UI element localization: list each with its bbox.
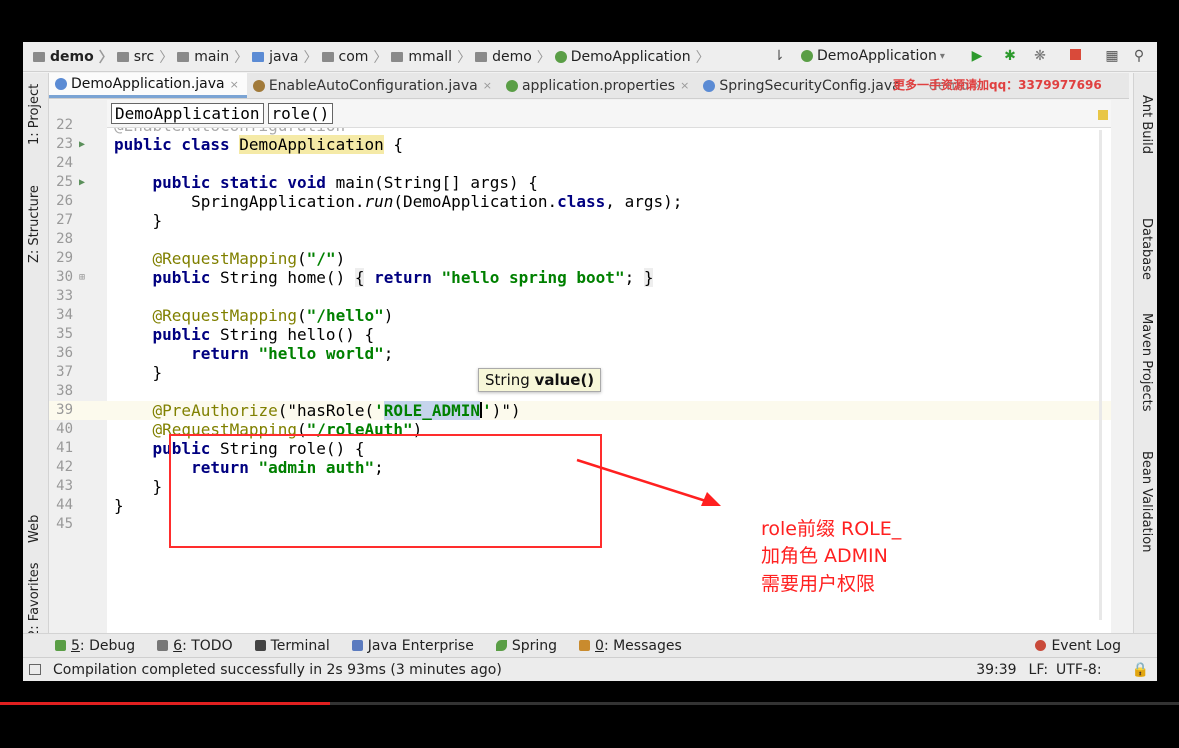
bug-icon	[55, 640, 66, 651]
tool-java-enterprise[interactable]: Java Enterprise	[351, 638, 474, 654]
tool-spring[interactable]: Spring	[495, 638, 557, 654]
tool-maven-projects[interactable]: Maven Projects	[1139, 313, 1154, 412]
tool-debug[interactable]: 5: Debug	[55, 638, 135, 654]
java-enterprise-icon	[351, 640, 363, 651]
spring-leaf-icon	[495, 640, 507, 651]
package-icon	[475, 51, 488, 62]
class-icon	[703, 79, 716, 92]
video-progress-fill	[0, 702, 331, 705]
watermark: 更多一手资源请加qq：3379977696	[893, 78, 1102, 92]
spring-class-icon	[554, 50, 567, 63]
package-icon	[391, 51, 404, 62]
project-structure-icon[interactable]: ▦	[1104, 48, 1120, 64]
tool-event-log[interactable]: Event Log	[1035, 638, 1121, 654]
nav-crumb-demo[interactable]: demo 〉	[33, 47, 113, 67]
run-config-select[interactable]: DemoApplication ▾	[801, 48, 945, 64]
right-tool-strip: Ant Build Database Maven Projects Bean V…	[1133, 73, 1157, 633]
stop-icon[interactable]	[1067, 48, 1083, 64]
nav-crumb-class[interactable]: DemoApplication 〉	[554, 47, 710, 67]
properties-icon	[505, 79, 518, 92]
nav-crumb-src[interactable]: src 〉	[116, 47, 173, 67]
file-encoding[interactable]: UTF-8:	[1056, 662, 1102, 678]
annotation-line-3: 需要用户权限	[761, 573, 876, 595]
tool-messages[interactable]: 0: Messages	[579, 638, 682, 654]
debug-icon[interactable]: ✱	[1002, 48, 1018, 64]
folder-icon	[252, 51, 265, 62]
tool-terminal[interactable]: Terminal	[254, 638, 330, 654]
class-icon	[55, 78, 67, 90]
folder-icon	[33, 51, 45, 62]
tool-structure[interactable]: Z: Structure	[27, 185, 42, 263]
lock-icon[interactable]: 🔒	[1132, 662, 1149, 678]
search-icon[interactable]: ⚲	[1131, 48, 1147, 64]
panel-toggle-icon[interactable]	[29, 664, 41, 675]
close-icon[interactable]: ×	[230, 78, 239, 91]
tool-favorites[interactable]: 2: Favorites	[27, 562, 42, 638]
tool-bean-validation[interactable]: Bean Validation	[1139, 451, 1154, 552]
close-icon[interactable]: ×	[680, 79, 689, 92]
tool-web[interactable]: Web	[27, 515, 42, 543]
tool-project[interactable]: 1: Project	[27, 84, 42, 145]
run-icon[interactable]: ▶	[969, 48, 985, 64]
tab-application-properties[interactable]: application.properties ×	[500, 73, 697, 98]
status-bar: Compilation completed successfully in 2s…	[23, 657, 1157, 681]
ide-window: demo 〉 src 〉 main 〉 java 〉 com 〉 mmall 〉 demo 〉…	[23, 42, 1157, 681]
editor-scrollbar[interactable]	[1099, 130, 1102, 620]
nav-crumb-demo-pkg[interactable]: demo 〉	[475, 47, 551, 67]
code-editor[interactable]: 22@EnableAutoConfiguration 23▶public cla…	[49, 100, 1111, 633]
tool-database[interactable]: Database	[1139, 218, 1154, 280]
status-message: Compilation completed successfully in 2s…	[53, 661, 502, 678]
navigation-bar: demo 〉 src 〉 main 〉 java 〉 com 〉 mmall 〉 demo 〉…	[23, 42, 1157, 72]
bottom-tool-bar: 5: Debug 6: TODO Terminal Java Enterpris…	[23, 633, 1157, 657]
annotation-line-2: 加角色 ADMIN	[761, 545, 888, 567]
nav-crumb-main[interactable]: main 〉	[177, 47, 248, 67]
package-icon	[321, 51, 334, 62]
line-separator[interactable]: LF:	[1029, 662, 1048, 678]
nav-crumb-com[interactable]: com 〉	[321, 47, 387, 67]
close-icon[interactable]: ×	[483, 79, 492, 92]
event-log-icon	[1035, 640, 1047, 651]
folder-icon	[116, 51, 129, 62]
nav-crumb-mmall[interactable]: mmall 〉	[391, 47, 471, 67]
tool-ant-build[interactable]: Ant Build	[1139, 95, 1154, 154]
breadcrumb: demo 〉 src 〉 main 〉 java 〉 com 〉 mmall 〉 demo 〉…	[23, 47, 714, 67]
tab-enable-auto-configuration[interactable]: EnableAutoConfiguration.java ×	[247, 73, 500, 98]
coverage-icon[interactable]: ❋	[1032, 48, 1048, 64]
todo-icon	[157, 640, 169, 651]
terminal-icon	[254, 640, 266, 651]
tab-demo-application[interactable]: DemoApplication.java ×	[49, 73, 247, 98]
annotation-icon	[252, 79, 265, 92]
tab-spring-security-config[interactable]: SpringSecurityConfig.java ×	[697, 73, 923, 98]
folder-icon	[177, 51, 190, 62]
tool-todo[interactable]: 6: TODO	[157, 638, 233, 654]
spring-boot-icon	[801, 50, 813, 62]
messages-icon	[579, 640, 591, 651]
caret-position[interactable]: 39:39	[976, 662, 1016, 678]
nav-crumb-java[interactable]: java 〉	[252, 47, 318, 67]
left-tool-strip: 1: Project Z: Structure Web 2: Favorites	[23, 73, 49, 638]
inspection-status-icon[interactable]	[1098, 110, 1108, 120]
build-icon[interactable]: ⇂	[771, 48, 787, 64]
annotation-line-1: role前缀 ROLE_	[761, 518, 902, 540]
annotation-arrow	[576, 458, 721, 506]
